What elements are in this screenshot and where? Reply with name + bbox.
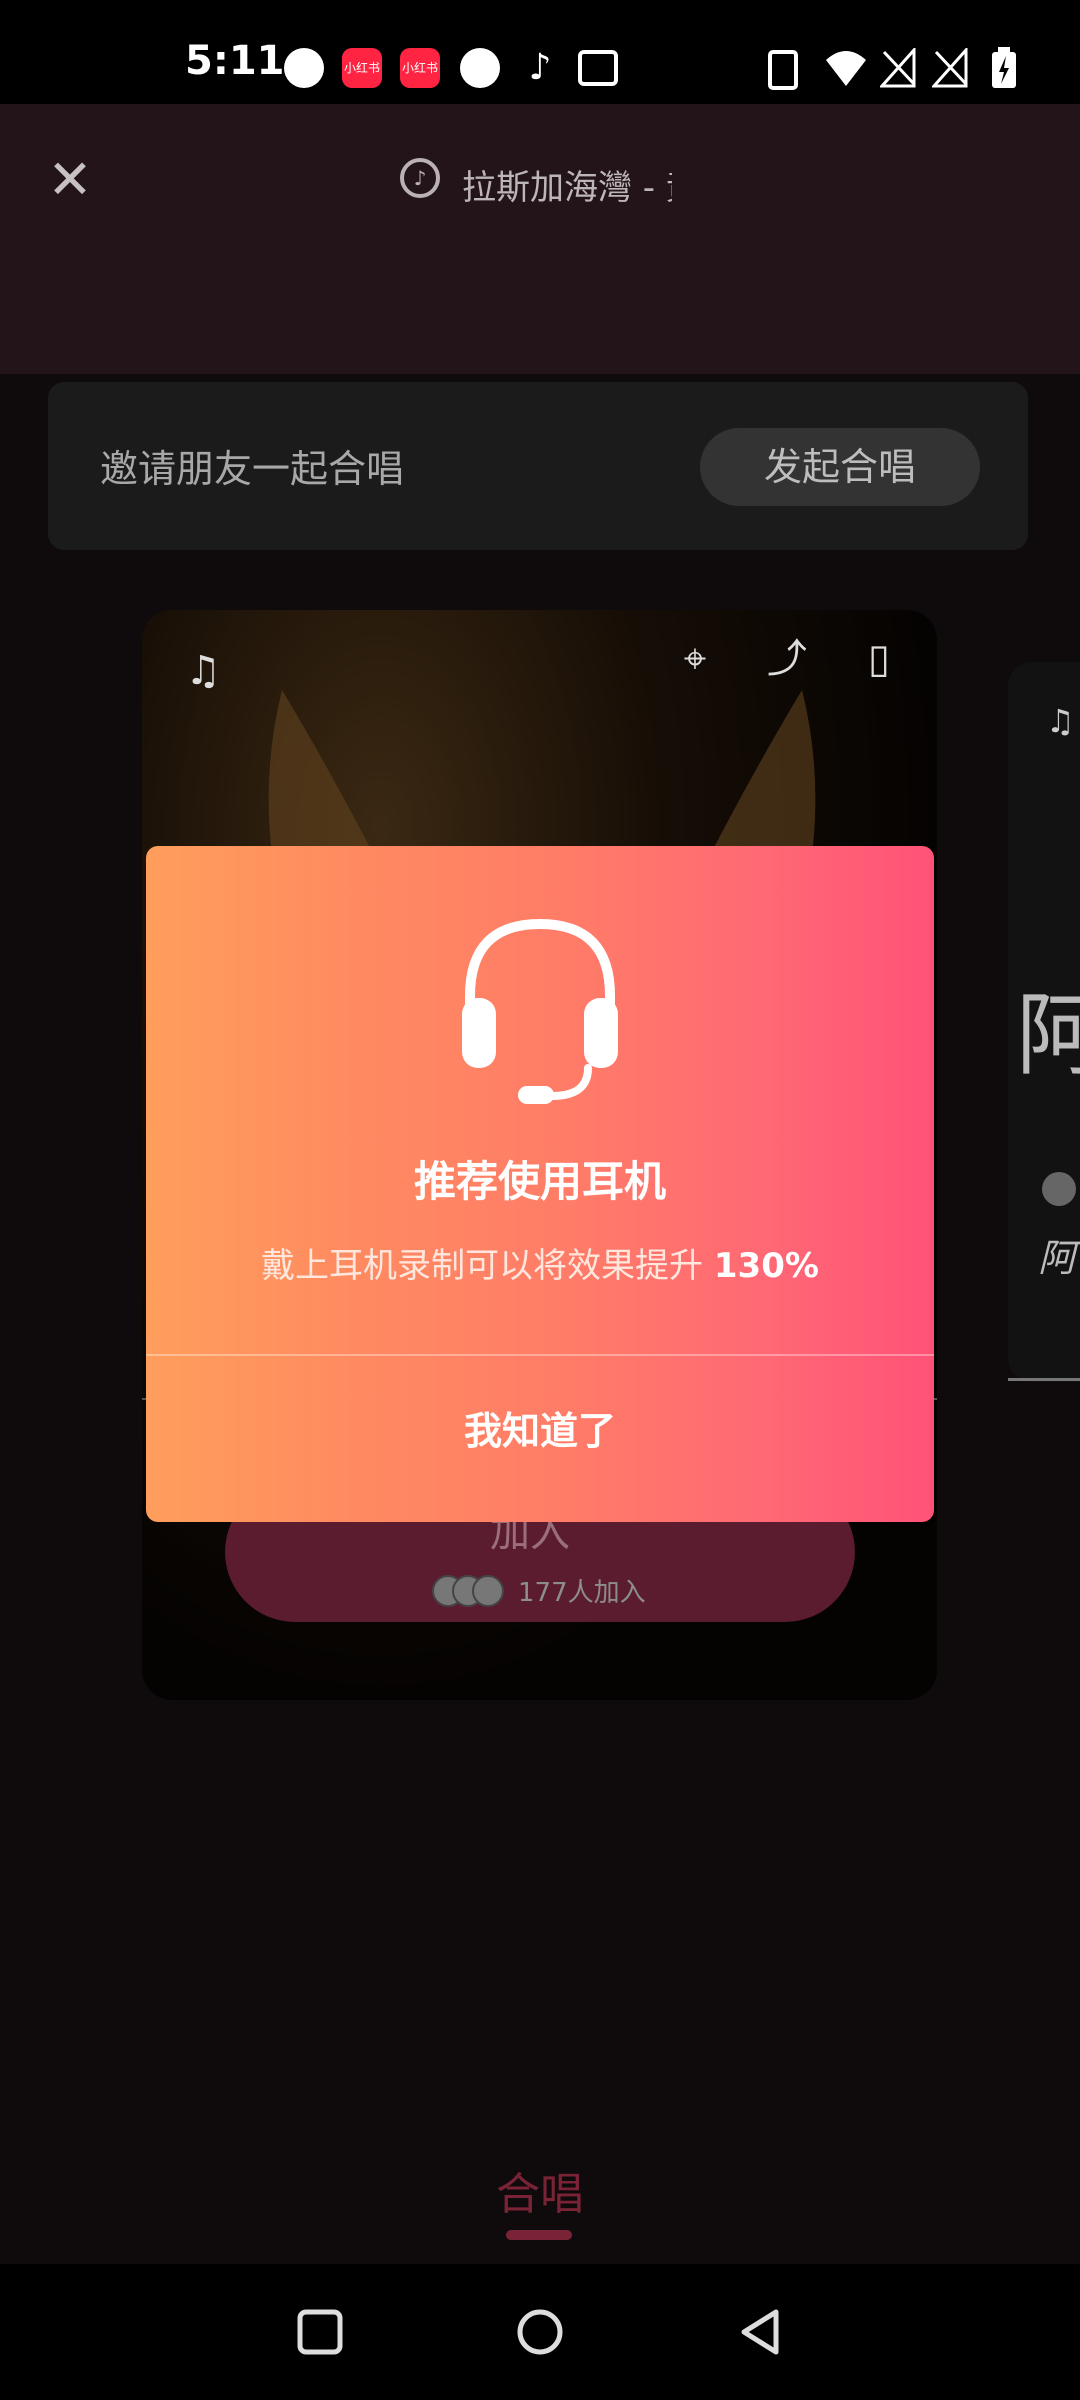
p-icon: [284, 48, 324, 88]
next-card[interactable]: ♫ 阿 阿: [1008, 662, 1080, 1382]
headphone-dialog: 推荐使用耳机 戴上耳机录制可以将效果提升 130% 我知道了: [146, 846, 934, 1522]
battery-charging-icon: [992, 47, 1016, 88]
dialog-subtitle: 戴上耳机录制可以将效果提升 130%: [146, 1238, 934, 1287]
recents-icon[interactable]: [292, 2304, 348, 2360]
tab-chorus[interactable]: 合唱: [496, 2158, 584, 2222]
wifi-icon: [826, 51, 866, 86]
artist-name: 阿: [1038, 1236, 1077, 1280]
music-note-icon: ♫: [185, 648, 221, 694]
share-icon[interactable]: ⤴: [762, 634, 812, 684]
wallet-icon: [578, 50, 618, 86]
music-disc-icon: ♪: [400, 158, 440, 198]
avatar: [1042, 1172, 1076, 1206]
scan-icon[interactable]: ⌖: [670, 634, 720, 684]
got-it-button[interactable]: 我知道了: [146, 1356, 934, 1522]
headset-icon: [462, 918, 618, 1104]
xiaohongshu-icon: 小红书: [342, 48, 382, 88]
song-title: 拉斯加海灣 - 黃: [462, 168, 672, 208]
divider: [1008, 1378, 1080, 1381]
tab-indicator: [506, 2230, 572, 2240]
no-signal-icon: [932, 48, 968, 88]
home-icon[interactable]: [512, 2304, 568, 2360]
tiktok-icon: ♪: [528, 47, 552, 88]
close-icon[interactable]: ✕: [40, 150, 100, 210]
cover-char: 阿: [1016, 983, 1080, 1088]
dialog-title: 推荐使用耳机: [413, 1157, 666, 1206]
no-signal-icon: [880, 48, 916, 88]
dialog-subtitle-text: 戴上耳机录制可以将效果提升: [261, 1246, 704, 1286]
joined-count: 177人加入: [518, 1578, 646, 1608]
start-chorus-button[interactable]: 发起合唱: [700, 428, 980, 506]
invite-text: 邀请朋友一起合唱: [100, 447, 405, 491]
back-icon[interactable]: [732, 2304, 788, 2360]
xiaohongshu-icon: 小红书: [400, 48, 440, 88]
avatar: [472, 1575, 504, 1607]
vibrate-icon: [768, 50, 798, 90]
music-note-icon: ♫: [1046, 702, 1075, 740]
status-time: 5:11: [185, 38, 285, 84]
facebook-icon: [460, 48, 500, 88]
bookmark-icon[interactable]: ▯: [854, 634, 904, 684]
dialog-percent: 130%: [713, 1246, 819, 1286]
header-background: [0, 104, 1080, 374]
